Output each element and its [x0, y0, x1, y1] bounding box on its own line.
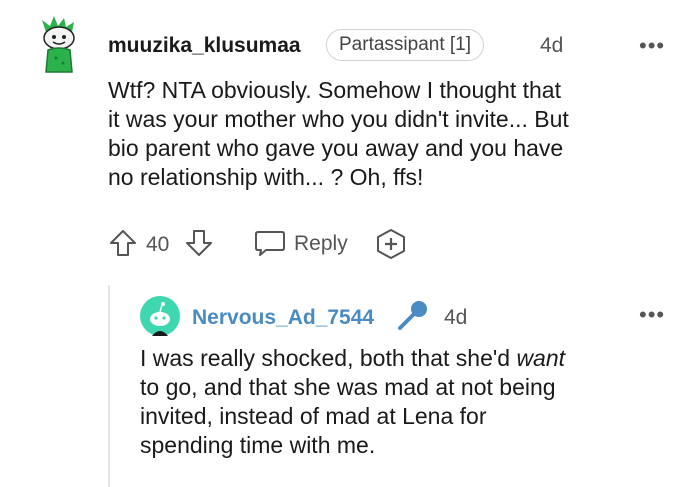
more-options-icon[interactable]: •••: [639, 33, 665, 59]
downvote-button[interactable]: [184, 228, 214, 258]
more-options-icon[interactable]: •••: [639, 302, 665, 328]
comment-body-line: no relationship with... ? Oh, ffs!: [108, 164, 424, 190]
upvote-button[interactable]: [108, 228, 138, 258]
comment-body: Wtf? NTA obviously. Somehow I thought th…: [108, 76, 688, 192]
reply-button[interactable]: Reply: [254, 228, 354, 258]
reply-emphasis: want: [516, 345, 566, 371]
comment-body-line: Wtf? NTA obviously. Somehow I thought th…: [108, 77, 561, 103]
award-button[interactable]: [375, 228, 407, 260]
thread-line[interactable]: [108, 285, 110, 487]
reply-body-line: spending time with me.: [140, 432, 376, 458]
comment-body-line: bio parent who gave you away and you hav…: [108, 135, 564, 161]
reply-body-line: I was really shocked, both that she'd wa…: [140, 344, 685, 373]
reply-timestamp: 4d: [444, 306, 468, 329]
award-plus-icon: [377, 229, 405, 259]
chat-bubble-icon: [255, 231, 285, 256]
comment-body-line: it was your mother who you didn't invite…: [108, 106, 569, 132]
vote-score: 40: [146, 233, 170, 256]
reply-body-line: invited, instead of mad at Lena for: [140, 403, 487, 429]
reply-avatar[interactable]: [140, 296, 180, 336]
comment-timestamp: 4d: [540, 34, 564, 57]
reply-username[interactable]: Nervous_Ad_7544: [192, 306, 374, 330]
avatar-snoo-teal-icon: [140, 296, 180, 336]
upvote-icon: [110, 230, 136, 256]
comment-username[interactable]: muuzika_klusumaa: [108, 34, 301, 58]
reply-body: I was really shocked, both that she'd wa…: [140, 344, 685, 460]
user-flair: Partassipant [1]: [326, 29, 485, 61]
avatar-snoo-green-icon: [42, 16, 75, 73]
avatar[interactable]: [34, 14, 88, 76]
downvote-icon: [186, 230, 212, 256]
microphone-icon: [396, 298, 430, 332]
reply-label: Reply: [294, 232, 348, 255]
reply-body-text: I was really shocked, both that she'd: [140, 345, 517, 371]
reply-body-line: to go, and that she was mad at not being: [140, 374, 556, 400]
